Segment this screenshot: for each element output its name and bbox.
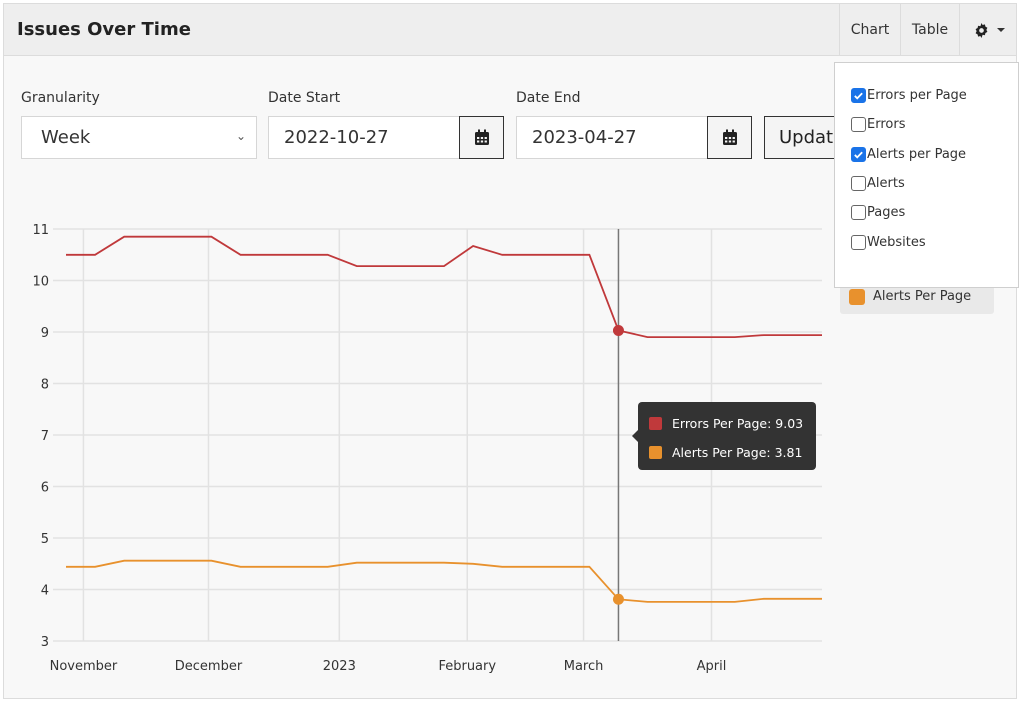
series-checkbox[interactable] [851, 88, 866, 103]
series-option-label: Websites [867, 234, 926, 250]
x-tick-label: April [697, 659, 727, 674]
check-icon [854, 92, 863, 100]
y-tick-label: 10 [32, 275, 49, 290]
series-option-label: Errors per Page [867, 88, 967, 103]
y-tick-label: 9 [41, 326, 49, 341]
series-option[interactable]: Websites [851, 234, 926, 250]
series-option-label: Alerts [867, 175, 905, 191]
tooltip-text-errors: Errors Per Page: 9.03 [672, 416, 804, 431]
chart-tooltip: Errors Per Page: 9.03 Alerts Per Page: 3… [632, 402, 816, 470]
series-option[interactable]: Alerts [851, 175, 905, 191]
y-tick-label: 11 [32, 223, 49, 238]
x-tick-label: December [175, 659, 243, 674]
series-option[interactable]: Alerts per Page [851, 146, 967, 162]
x-tick-label: February [438, 659, 496, 674]
y-tick-label: 8 [41, 378, 49, 393]
x-tick-label: November [50, 659, 118, 674]
series-option[interactable]: Errors per Page [851, 88, 967, 103]
check-icon [854, 151, 863, 159]
series-option-label: Errors [867, 117, 906, 133]
series-checkbox[interactable] [851, 234, 866, 250]
series-option[interactable]: Pages [851, 205, 906, 221]
hover-point-alerts-per-page [612, 593, 624, 605]
x-tick-label: 2023 [323, 659, 356, 674]
tooltip-text-alerts: Alerts Per Page: 3.81 [672, 445, 803, 460]
legend-swatch-alerts-per-page[interactable] [849, 289, 865, 305]
series-checkbox[interactable] [851, 117, 866, 133]
tooltip-swatch-alerts [649, 446, 662, 459]
series-option-label: Alerts per Page [867, 146, 967, 162]
hover-point-errors-per-page [612, 324, 624, 336]
legend-label-alerts-per-page[interactable]: Alerts Per Page [873, 289, 971, 304]
y-tick-label: 5 [41, 532, 49, 547]
series-checkbox[interactable] [851, 175, 866, 191]
x-tick-label: March [564, 659, 604, 674]
tooltip-swatch-errors [649, 417, 662, 430]
series-checkbox[interactable] [851, 205, 866, 221]
series-option[interactable]: Errors [851, 117, 906, 133]
y-tick-label: 6 [41, 481, 49, 496]
series-checkbox[interactable] [851, 146, 866, 162]
series-line-alerts-per-page [66, 559, 822, 603]
y-tick-label: 7 [41, 429, 49, 444]
issues-over-time-card: Issues Over Time Chart Table Granularity… [3, 3, 1019, 699]
y-tick-label: 4 [41, 584, 49, 599]
series-line-errors-per-page [66, 235, 822, 339]
tooltip-row-errors: Errors Per Page: 9.03 [649, 416, 803, 431]
series-visibility-menu: Errors per Page Errors Alerts per Page Aler… [834, 62, 1019, 288]
y-tick-label: 3 [41, 635, 49, 650]
series-option-label: Pages [867, 205, 906, 221]
tooltip-row-alerts: Alerts Per Page: 3.81 [649, 445, 802, 460]
